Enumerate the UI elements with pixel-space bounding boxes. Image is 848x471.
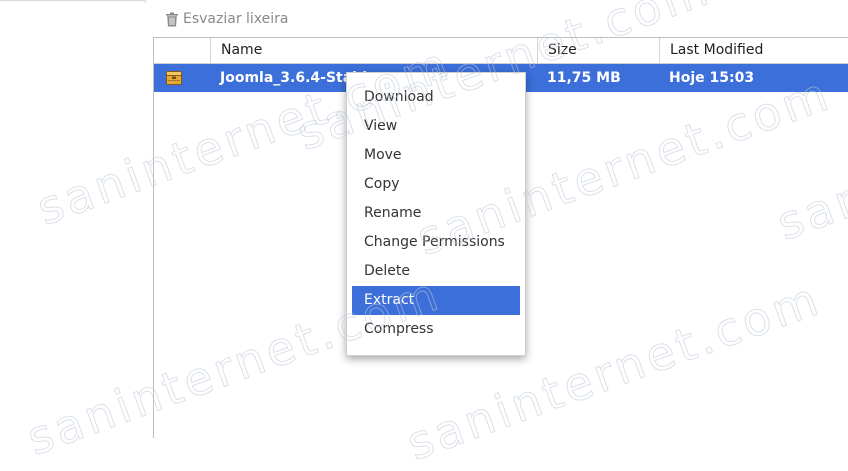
- menu-item-compress[interactable]: Compress: [352, 315, 520, 344]
- trash-icon: [166, 12, 178, 26]
- file-size: 11,75 MB: [547, 70, 621, 86]
- menu-item-change-permissions[interactable]: Change Permissions: [352, 228, 520, 257]
- table-header: Name Size Last Modified: [154, 38, 848, 64]
- top-divider-tick: [145, 0, 146, 3]
- column-header-icon: [154, 38, 210, 63]
- row-icon-cell: [154, 64, 210, 92]
- menu-item-rename[interactable]: Rename: [352, 199, 520, 228]
- context-menu: Download View Move Copy Rename Change Pe…: [346, 72, 526, 356]
- archive-icon: [166, 71, 182, 85]
- column-header-last-modified[interactable]: Last Modified: [659, 38, 848, 63]
- menu-item-view[interactable]: View: [352, 112, 520, 141]
- top-divider: [0, 0, 145, 1]
- file-last-modified: Hoje 15:03: [669, 70, 755, 86]
- column-header-name[interactable]: Name: [210, 38, 537, 63]
- menu-item-move[interactable]: Move: [352, 141, 520, 170]
- menu-item-extract[interactable]: Extract: [352, 286, 520, 315]
- column-header-size[interactable]: Size: [537, 38, 659, 63]
- menu-item-copy[interactable]: Copy: [352, 170, 520, 199]
- empty-trash-button[interactable]: Esvaziar lixeira: [165, 9, 289, 29]
- menu-item-download[interactable]: Download: [352, 83, 520, 112]
- menu-item-delete[interactable]: Delete: [352, 257, 520, 286]
- empty-trash-label: Esvaziar lixeira: [183, 11, 289, 27]
